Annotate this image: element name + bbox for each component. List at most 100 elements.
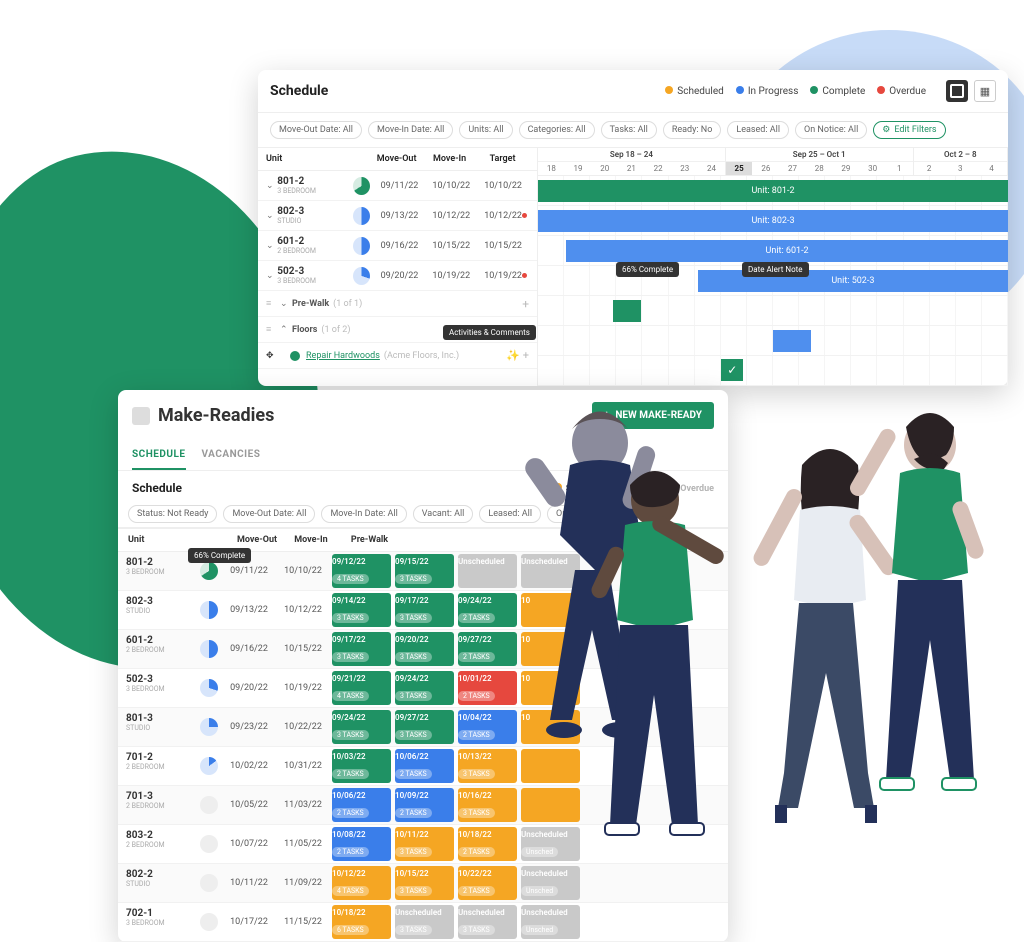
filter-pill[interactable]: Tasks: All: [601, 121, 657, 139]
task-card[interactable]: 10/18/222 TASKS: [458, 827, 517, 861]
gantt-bar[interactable]: Unit: 801-2: [538, 180, 1008, 202]
schedule-row[interactable]: 801-3STUDIO 09/23/22 10/22/22 09/24/223 …: [118, 708, 728, 747]
progress-icon: [200, 679, 218, 697]
schedule-row[interactable]: 701-22 BEDROOM 10/02/22 10/31/22 10/03/2…: [118, 747, 728, 786]
task-card[interactable]: 09/27/222 TASKS: [458, 632, 517, 666]
task-card[interactable]: 10/15/223 TASKS: [395, 866, 454, 900]
filter-pill[interactable]: On Notice: All: [547, 505, 619, 523]
filter-pill[interactable]: Move-Out Date: All: [270, 121, 362, 139]
task-card[interactable]: 09/15/223 TASKS: [395, 554, 454, 588]
tab-schedule[interactable]: SCHEDULE: [132, 441, 186, 470]
complete-tooltip: 66% Complete: [616, 262, 679, 277]
task-card[interactable]: 09/24/223 TASKS: [332, 710, 391, 744]
col-movein: Move-In: [423, 154, 476, 164]
task-card[interactable]: 10/16/223 TASKS: [458, 788, 517, 822]
view-grid-button[interactable]: ▦: [974, 80, 996, 102]
filter-pill[interactable]: Status: Not Ready: [128, 505, 217, 523]
task-card[interactable]: Unscheduled: [458, 554, 517, 588]
toolbox-icon: [132, 407, 150, 425]
filter-pill[interactable]: On Notice: All: [795, 121, 867, 139]
task-card[interactable]: 10/13/223 TASKS: [458, 749, 517, 783]
filter-pill[interactable]: Categories: All: [519, 121, 595, 139]
task-card[interactable]: 09/20/223 TASKS: [395, 632, 454, 666]
filter-pill[interactable]: Move-In Date: All: [321, 505, 406, 523]
filter-pill[interactable]: Ready: No: [663, 121, 722, 139]
schedule-subtitle: Schedule: [132, 481, 182, 495]
complete-tooltip: 66% Complete: [188, 548, 251, 563]
task-card[interactable]: 09/17/223 TASKS: [332, 632, 391, 666]
task-card[interactable]: 10/12/224 TASKS: [332, 866, 391, 900]
schedule-gantt-panel: Schedule Scheduled In Progress Complete …: [258, 70, 1008, 386]
task-card[interactable]: 09/24/223 TASKS: [395, 671, 454, 705]
col-moveout: Move-Out: [370, 154, 423, 164]
gantt-bar[interactable]: Unit: 601-2: [566, 240, 1008, 262]
new-make-ready-button[interactable]: +NEW MAKE-READY: [592, 402, 714, 429]
status-legend: Scheduled In Progress Complete Overdue ▦: [665, 80, 996, 102]
prewalk-group[interactable]: ≡⌄ Pre-Walk (1 of 1) +: [258, 291, 537, 317]
task-card[interactable]: 10/01/222 TASKS: [458, 671, 517, 705]
filter-pill[interactable]: Leased: All: [479, 505, 541, 523]
tab-vacancies[interactable]: VACANCIES: [202, 441, 261, 470]
progress-icon: [200, 562, 218, 580]
unit-row[interactable]: ⌄ 502-33 BEDROOM 09/20/22 10/19/22 10/19…: [258, 261, 537, 291]
unit-row[interactable]: ⌄ 802-3STUDIO 09/13/22 10/12/22 10/12/22: [258, 201, 537, 231]
task-card[interactable]: 10/22/222 TASKS: [458, 866, 517, 900]
col-target: Target: [476, 154, 529, 164]
task-card[interactable]: 09/21/224 TASKS: [332, 671, 391, 705]
schedule-row[interactable]: 803-22 BEDROOM 10/07/22 11/05/22 10/08/2…: [118, 825, 728, 864]
schedule-row[interactable]: 701-32 BEDROOM 10/05/22 11/03/22 10/06/2…: [118, 786, 728, 825]
page-title: Make-Readies: [132, 405, 274, 426]
task-card[interactable]: 10/18/226 TASKS: [332, 905, 391, 939]
unit-row[interactable]: ⌄ 801-23 BEDROOM 09/11/22 10/10/22 10/10…: [258, 171, 537, 201]
task-card[interactable]: 10/06/222 TASKS: [332, 788, 391, 822]
task-card[interactable]: UnscheduledUnsched: [521, 905, 580, 939]
task-card[interactable]: UnscheduledUnsched: [521, 866, 580, 900]
progress-icon: [200, 757, 218, 775]
filter-pill[interactable]: Vacant: All: [413, 505, 474, 523]
task-checkmark[interactable]: ✓: [721, 359, 743, 381]
schedule-row[interactable]: 601-22 BEDROOM 09/16/22 10/15/22 09/17/2…: [118, 630, 728, 669]
schedule-row[interactable]: 502-33 BEDROOM 09/20/22 10/19/22 09/21/2…: [118, 669, 728, 708]
task-card[interactable]: 10/09/222 TASKS: [395, 788, 454, 822]
edit-filters-button[interactable]: ⚙ E: [625, 505, 658, 523]
filter-pill[interactable]: Move-In Date: All: [368, 121, 453, 139]
activities-tooltip: Activities & Comments: [443, 325, 536, 340]
add-prewalk[interactable]: +: [522, 297, 529, 311]
gantt-bar[interactable]: Unit: 802-3: [538, 210, 1008, 232]
task-card[interactable]: Unscheduled3 TASKS: [395, 905, 454, 939]
schedule-row[interactable]: 702-13 BEDROOM 10/17/22 11/15/22 10/18/2…: [118, 903, 728, 942]
filter-bar: Move-Out Date: All Move-In Date: All Units…: [258, 113, 1008, 148]
progress-icon: [200, 913, 218, 931]
task-card[interactable]: 10/04/222 TASKS: [458, 710, 517, 744]
task-card[interactable]: 10: [521, 710, 580, 744]
filter-pill[interactable]: Leased: All: [727, 121, 789, 139]
task-card[interactable]: 09/14/223 TASKS: [332, 593, 391, 627]
task-card[interactable]: 09/12/224 TASKS: [332, 554, 391, 588]
task-card[interactable]: Unscheduled3 TASKS: [458, 905, 517, 939]
progress-icon: [200, 874, 218, 892]
schedule-row[interactable]: 802-3STUDIO 09/13/22 10/12/22 09/14/223 …: [118, 591, 728, 630]
task-card[interactable]: [521, 749, 580, 783]
task-card[interactable]: 09/17/223 TASKS: [395, 593, 454, 627]
task-card[interactable]: 10: [521, 593, 580, 627]
task-card[interactable]: [521, 788, 580, 822]
unit-row[interactable]: ⌄ 601-22 BEDROOM 09/16/22 10/15/22 10/15…: [258, 231, 537, 261]
progress-icon: [200, 796, 218, 814]
task-card[interactable]: 10/03/222 TASKS: [332, 749, 391, 783]
filter-pill[interactable]: Move-Out Date: All: [223, 505, 315, 523]
task-row[interactable]: ✥ Repair Hardwoods (Acme Floors, Inc.) A…: [258, 343, 537, 369]
task-card[interactable]: UnscheduledUnsched: [521, 827, 580, 861]
task-card[interactable]: 10/06/222 TASKS: [395, 749, 454, 783]
make-readies-panel: Make-Readies +NEW MAKE-READY SCHEDULE VA…: [118, 390, 728, 942]
schedule-row[interactable]: 802-2STUDIO 10/11/22 11/09/22 10/12/224 …: [118, 864, 728, 903]
task-card[interactable]: 10/11/223 TASKS: [395, 827, 454, 861]
filter-pill[interactable]: Units: All: [459, 121, 512, 139]
task-card[interactable]: 10: [521, 671, 580, 705]
task-card[interactable]: 10: [521, 632, 580, 666]
task-card[interactable]: Unscheduled: [521, 554, 580, 588]
task-card[interactable]: 09/27/223 TASKS: [395, 710, 454, 744]
task-card[interactable]: 10/08/222 TASKS: [332, 827, 391, 861]
edit-filters-button[interactable]: ⚙Edit Filters: [873, 121, 945, 139]
view-gantt-button[interactable]: [946, 80, 968, 102]
task-card[interactable]: 09/24/222 TASKS: [458, 593, 517, 627]
